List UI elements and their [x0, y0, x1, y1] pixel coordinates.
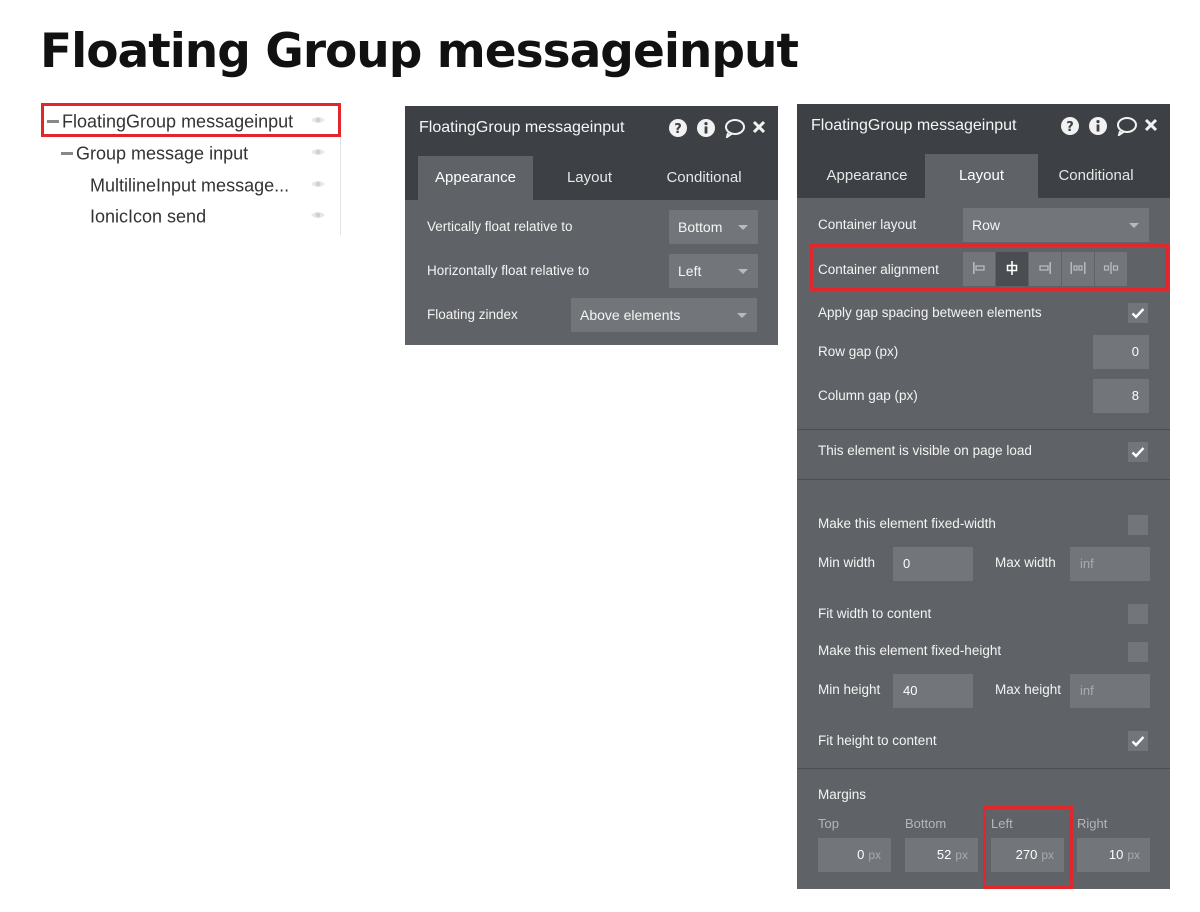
dropdown-value: Above elements: [580, 307, 681, 323]
fit-height-checkbox[interactable]: [1128, 731, 1148, 751]
appearance-property-panel: FloatingGroup messageinput ? Appearance …: [405, 106, 778, 345]
chevron-down-icon: [737, 313, 747, 318]
divider: [797, 429, 1170, 430]
margin-value: 52: [936, 847, 952, 862]
fixed-width-checkbox[interactable]: [1128, 515, 1148, 535]
fixed-height-checkbox[interactable]: [1128, 642, 1148, 662]
tree-item-group-message-input[interactable]: Group message input: [61, 137, 321, 167]
comment-icon[interactable]: [724, 118, 745, 140]
panel-tabs: Appearance Layout Conditional: [797, 148, 1170, 198]
eye-icon[interactable]: [310, 179, 326, 189]
info-icon[interactable]: [1088, 116, 1108, 136]
row-gap-input[interactable]: 0: [1093, 335, 1149, 369]
min-width-input[interactable]: 0: [893, 547, 973, 581]
horizontal-float-label: Horizontally float relative to: [427, 263, 590, 278]
horizontal-float-dropdown[interactable]: Left: [669, 254, 758, 288]
tab-appearance[interactable]: Appearance: [418, 156, 533, 200]
column-gap-label: Column gap (px): [818, 388, 918, 403]
panel-header: FloatingGroup messageinput ?: [405, 106, 778, 150]
apply-gap-checkbox[interactable]: [1128, 303, 1148, 323]
fixed-width-label: Make this element fixed-width: [818, 516, 996, 531]
eye-icon[interactable]: [310, 147, 326, 157]
svg-text:?: ?: [1066, 120, 1074, 135]
tree-item-label: MultilineInput message...: [90, 175, 290, 196]
margin-right-input[interactable]: 10 px: [1077, 838, 1150, 872]
margin-top-label: Top: [818, 816, 839, 831]
row-gap-label: Row gap (px): [818, 344, 899, 359]
tab-appearance[interactable]: Appearance: [809, 154, 925, 198]
chevron-down-icon: [738, 225, 748, 230]
divider: [797, 479, 1170, 480]
tab-layout[interactable]: Layout: [533, 156, 646, 200]
panel-tabs: Appearance Layout Conditional: [405, 150, 778, 200]
max-height-input[interactable]: inf: [1070, 674, 1150, 708]
element-tree: FloatingGroup messageinput Group message…: [41, 103, 341, 235]
min-height-input[interactable]: 40: [893, 674, 973, 708]
tab-conditional[interactable]: Conditional: [1038, 154, 1154, 198]
apply-gap-label: Apply gap spacing between elements: [818, 305, 1042, 320]
fit-width-checkbox[interactable]: [1128, 604, 1148, 624]
column-gap-input[interactable]: 8: [1093, 379, 1149, 413]
fit-height-label: Fit height to content: [818, 733, 937, 748]
visible-on-load-label: This element is visible on page load: [818, 443, 1032, 458]
tab-conditional[interactable]: Conditional: [646, 156, 762, 200]
min-width-label: Min width: [818, 555, 876, 570]
divider: [797, 768, 1170, 769]
unit-label: px: [1127, 848, 1140, 862]
visible-on-load-checkbox[interactable]: [1128, 442, 1148, 462]
info-icon[interactable]: [696, 118, 716, 138]
comment-icon[interactable]: [1116, 116, 1137, 138]
eye-icon[interactable]: [310, 210, 326, 220]
margin-bottom-input[interactable]: 52 px: [905, 838, 978, 872]
fixed-height-label: Make this element fixed-height: [818, 643, 1002, 658]
tree-item-ionic-icon[interactable]: IonicIcon send: [90, 200, 302, 230]
container-layout-label: Container layout: [818, 217, 917, 232]
vertical-float-label: Vertically float relative to: [427, 219, 573, 234]
panel-title: FloatingGroup messageinput: [419, 119, 625, 136]
panel-title: FloatingGroup messageinput: [811, 117, 1017, 134]
chevron-down-icon: [738, 269, 748, 274]
max-height-label: Max height: [995, 682, 1062, 697]
alignment-highlight-box: [810, 244, 1169, 291]
unit-label: px: [868, 848, 881, 862]
tree-item-floating-group[interactable]: FloatingGroup messageinput: [41, 103, 341, 137]
collapse-dash-icon[interactable]: [61, 151, 73, 155]
tree-item-label: IonicIcon send: [90, 206, 207, 227]
help-icon[interactable]: ?: [1060, 116, 1080, 136]
dropdown-value: Left: [678, 263, 702, 279]
max-width-input[interactable]: inf: [1070, 547, 1150, 581]
tree-item-multiline-input[interactable]: MultilineInput message...: [90, 169, 302, 199]
collapse-dash-icon[interactable]: [47, 119, 59, 123]
margin-right-label: Right: [1077, 816, 1108, 831]
margin-top-input[interactable]: 0 px: [818, 838, 891, 872]
close-icon[interactable]: [752, 118, 772, 138]
eye-icon[interactable]: [310, 115, 326, 125]
vertical-float-dropdown[interactable]: Bottom: [669, 210, 758, 244]
panel-header: FloatingGroup messageinput ?: [797, 104, 1170, 148]
svg-text:?: ?: [674, 122, 682, 137]
tree-item-label: Group message input: [76, 143, 249, 164]
floating-zindex-dropdown[interactable]: Above elements: [571, 298, 757, 332]
margin-value: 0: [857, 847, 865, 862]
unit-label: px: [955, 848, 968, 862]
page-title: Floating Group messageinput: [40, 24, 799, 79]
chevron-down-icon: [1129, 223, 1139, 228]
layout-property-panel: FloatingGroup messageinput ? Appearance …: [797, 104, 1170, 889]
fit-width-label: Fit width to content: [818, 606, 932, 621]
margin-bottom-label: Bottom: [905, 816, 947, 831]
tab-layout[interactable]: Layout: [925, 154, 1038, 198]
margin-value: 10: [1108, 847, 1124, 862]
close-icon[interactable]: [1144, 116, 1164, 136]
min-height-label: Min height: [818, 682, 881, 697]
max-width-label: Max width: [995, 555, 1056, 570]
container-layout-dropdown[interactable]: Row: [963, 208, 1149, 242]
tree-item-label: FloatingGroup messageinput: [62, 111, 294, 132]
floating-zindex-label: Floating zindex: [427, 307, 518, 322]
dropdown-value: Bottom: [678, 219, 723, 235]
help-icon[interactable]: ?: [668, 118, 688, 138]
margins-label: Margins: [818, 787, 867, 802]
dropdown-value: Row: [972, 217, 1001, 233]
margin-left-highlight-box: [983, 806, 1073, 889]
